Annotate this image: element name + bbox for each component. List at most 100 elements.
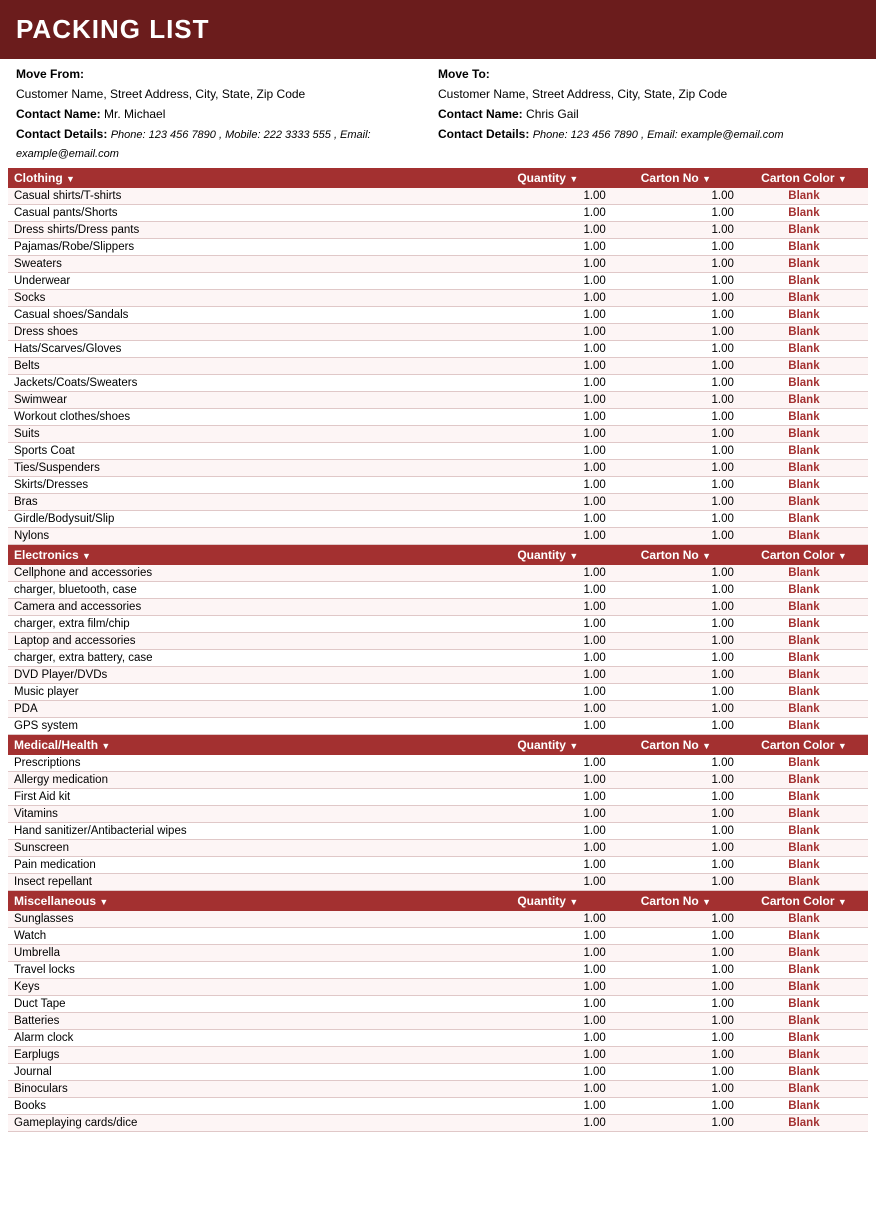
item-quantity[interactable]: 1.00 bbox=[484, 962, 612, 979]
item-quantity[interactable]: 1.00 bbox=[484, 494, 612, 511]
item-carton-color[interactable]: Blank bbox=[740, 1030, 868, 1047]
item-carton-no[interactable]: 1.00 bbox=[612, 599, 740, 616]
col-header-carton[interactable]: Carton No ▼ bbox=[612, 891, 740, 912]
item-carton-no[interactable]: 1.00 bbox=[612, 928, 740, 945]
item-carton-no[interactable]: 1.00 bbox=[612, 823, 740, 840]
item-carton-no[interactable]: 1.00 bbox=[612, 511, 740, 528]
item-quantity[interactable]: 1.00 bbox=[484, 1098, 612, 1115]
item-carton-no[interactable]: 1.00 bbox=[612, 273, 740, 290]
item-quantity[interactable]: 1.00 bbox=[484, 426, 612, 443]
item-quantity[interactable]: 1.00 bbox=[484, 599, 612, 616]
item-carton-no[interactable]: 1.00 bbox=[612, 1013, 740, 1030]
item-carton-no[interactable]: 1.00 bbox=[612, 307, 740, 324]
item-carton-color[interactable]: Blank bbox=[740, 667, 868, 684]
item-carton-color[interactable]: Blank bbox=[740, 874, 868, 891]
item-quantity[interactable]: 1.00 bbox=[484, 772, 612, 789]
col-header-color[interactable]: Carton Color ▼ bbox=[740, 168, 868, 188]
item-quantity[interactable]: 1.00 bbox=[484, 857, 612, 874]
item-quantity[interactable]: 1.00 bbox=[484, 341, 612, 358]
col-header-color[interactable]: Carton Color ▼ bbox=[740, 891, 868, 912]
item-carton-no[interactable]: 1.00 bbox=[612, 582, 740, 599]
col-header-carton[interactable]: Carton No ▼ bbox=[612, 735, 740, 756]
item-carton-color[interactable]: Blank bbox=[740, 307, 868, 324]
item-carton-color[interactable]: Blank bbox=[740, 979, 868, 996]
item-carton-no[interactable]: 1.00 bbox=[612, 1081, 740, 1098]
item-carton-color[interactable]: Blank bbox=[740, 928, 868, 945]
item-carton-no[interactable]: 1.00 bbox=[612, 290, 740, 307]
item-quantity[interactable]: 1.00 bbox=[484, 755, 612, 772]
item-carton-no[interactable]: 1.00 bbox=[612, 718, 740, 735]
item-quantity[interactable]: 1.00 bbox=[484, 806, 612, 823]
item-carton-color[interactable]: Blank bbox=[740, 290, 868, 307]
item-carton-no[interactable]: 1.00 bbox=[612, 962, 740, 979]
item-carton-no[interactable]: 1.00 bbox=[612, 755, 740, 772]
item-carton-no[interactable]: 1.00 bbox=[612, 341, 740, 358]
item-carton-no[interactable]: 1.00 bbox=[612, 222, 740, 239]
item-quantity[interactable]: 1.00 bbox=[484, 392, 612, 409]
item-carton-color[interactable]: Blank bbox=[740, 528, 868, 545]
item-carton-color[interactable]: Blank bbox=[740, 392, 868, 409]
item-carton-color[interactable]: Blank bbox=[740, 324, 868, 341]
item-carton-color[interactable]: Blank bbox=[740, 806, 868, 823]
item-quantity[interactable]: 1.00 bbox=[484, 1047, 612, 1064]
item-quantity[interactable]: 1.00 bbox=[484, 273, 612, 290]
item-carton-no[interactable]: 1.00 bbox=[612, 1047, 740, 1064]
item-carton-color[interactable]: Blank bbox=[740, 857, 868, 874]
item-carton-color[interactable]: Blank bbox=[740, 823, 868, 840]
item-carton-color[interactable]: Blank bbox=[740, 409, 868, 426]
item-carton-no[interactable]: 1.00 bbox=[612, 358, 740, 375]
item-carton-color[interactable]: Blank bbox=[740, 599, 868, 616]
item-carton-no[interactable]: 1.00 bbox=[612, 375, 740, 392]
item-quantity[interactable]: 1.00 bbox=[484, 582, 612, 599]
item-carton-color[interactable]: Blank bbox=[740, 222, 868, 239]
item-carton-no[interactable]: 1.00 bbox=[612, 911, 740, 928]
item-carton-no[interactable]: 1.00 bbox=[612, 528, 740, 545]
item-carton-color[interactable]: Blank bbox=[740, 205, 868, 222]
item-quantity[interactable]: 1.00 bbox=[484, 222, 612, 239]
col-header-quantity[interactable]: Quantity ▼ bbox=[484, 545, 612, 566]
item-carton-no[interactable]: 1.00 bbox=[612, 392, 740, 409]
item-carton-no[interactable]: 1.00 bbox=[612, 477, 740, 494]
item-carton-color[interactable]: Blank bbox=[740, 1013, 868, 1030]
item-carton-color[interactable]: Blank bbox=[740, 650, 868, 667]
item-carton-no[interactable]: 1.00 bbox=[612, 701, 740, 718]
col-header-quantity[interactable]: Quantity ▼ bbox=[484, 735, 612, 756]
item-carton-color[interactable]: Blank bbox=[740, 616, 868, 633]
item-quantity[interactable]: 1.00 bbox=[484, 667, 612, 684]
item-quantity[interactable]: 1.00 bbox=[484, 324, 612, 341]
item-carton-color[interactable]: Blank bbox=[740, 511, 868, 528]
item-carton-no[interactable]: 1.00 bbox=[612, 1115, 740, 1132]
item-carton-no[interactable]: 1.00 bbox=[612, 324, 740, 341]
item-quantity[interactable]: 1.00 bbox=[484, 633, 612, 650]
item-carton-no[interactable]: 1.00 bbox=[612, 443, 740, 460]
item-carton-no[interactable]: 1.00 bbox=[612, 1064, 740, 1081]
item-carton-no[interactable]: 1.00 bbox=[612, 874, 740, 891]
item-carton-no[interactable]: 1.00 bbox=[612, 633, 740, 650]
item-carton-no[interactable]: 1.00 bbox=[612, 1098, 740, 1115]
item-carton-no[interactable]: 1.00 bbox=[612, 840, 740, 857]
item-carton-color[interactable]: Blank bbox=[740, 962, 868, 979]
item-carton-no[interactable]: 1.00 bbox=[612, 616, 740, 633]
item-carton-no[interactable]: 1.00 bbox=[612, 460, 740, 477]
item-carton-color[interactable]: Blank bbox=[740, 188, 868, 205]
item-quantity[interactable]: 1.00 bbox=[484, 1064, 612, 1081]
item-carton-color[interactable]: Blank bbox=[740, 426, 868, 443]
item-carton-no[interactable]: 1.00 bbox=[612, 806, 740, 823]
item-carton-no[interactable]: 1.00 bbox=[612, 205, 740, 222]
item-carton-color[interactable]: Blank bbox=[740, 718, 868, 735]
item-quantity[interactable]: 1.00 bbox=[484, 996, 612, 1013]
item-quantity[interactable]: 1.00 bbox=[484, 1013, 612, 1030]
item-quantity[interactable]: 1.00 bbox=[484, 911, 612, 928]
item-carton-color[interactable]: Blank bbox=[740, 1064, 868, 1081]
item-quantity[interactable]: 1.00 bbox=[484, 945, 612, 962]
item-quantity[interactable]: 1.00 bbox=[484, 205, 612, 222]
item-carton-no[interactable]: 1.00 bbox=[612, 996, 740, 1013]
item-carton-color[interactable]: Blank bbox=[740, 1047, 868, 1064]
item-quantity[interactable]: 1.00 bbox=[484, 239, 612, 256]
item-carton-no[interactable]: 1.00 bbox=[612, 1030, 740, 1047]
item-carton-color[interactable]: Blank bbox=[740, 1098, 868, 1115]
col-header-quantity[interactable]: Quantity ▼ bbox=[484, 891, 612, 912]
item-carton-color[interactable]: Blank bbox=[740, 273, 868, 290]
item-carton-no[interactable]: 1.00 bbox=[612, 945, 740, 962]
item-carton-no[interactable]: 1.00 bbox=[612, 772, 740, 789]
